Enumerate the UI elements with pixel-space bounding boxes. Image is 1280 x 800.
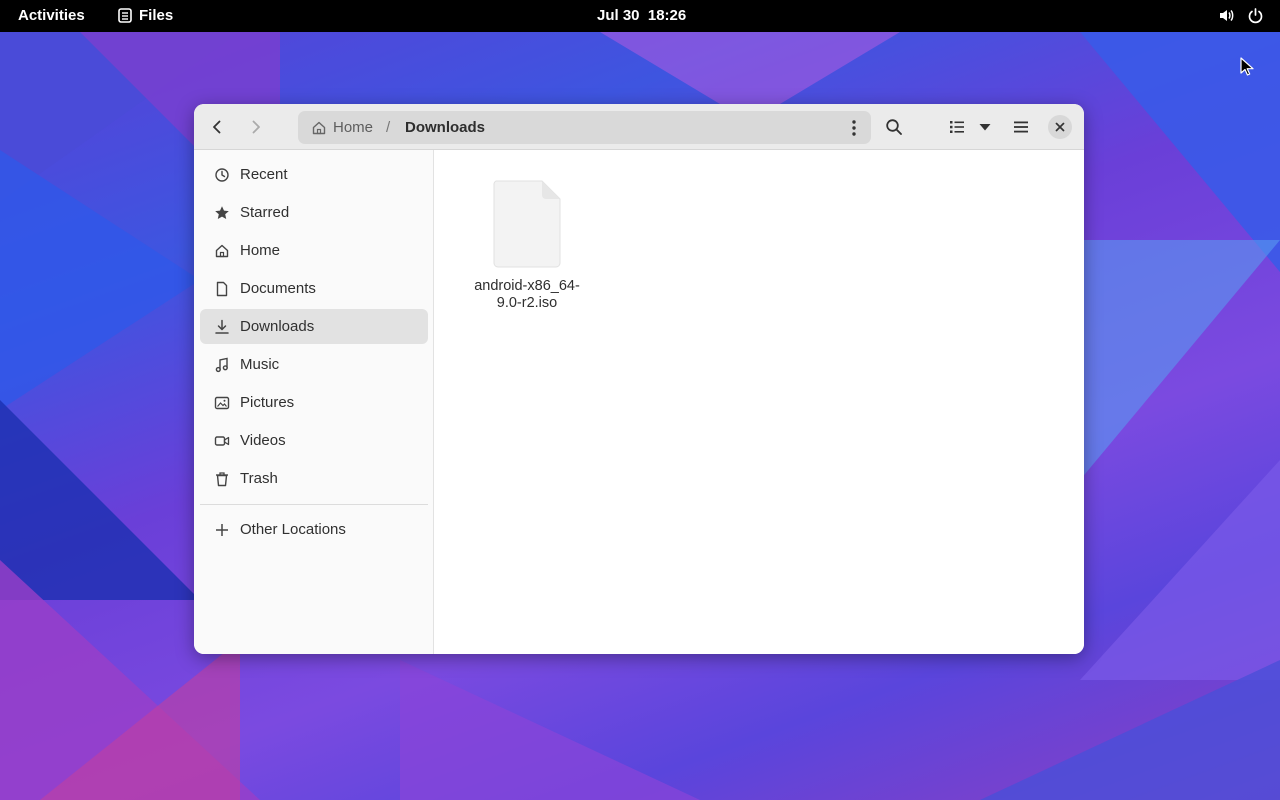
- view-options-chevron-icon: [979, 124, 991, 131]
- clock[interactable]: Jul 30 18:26: [597, 7, 686, 24]
- app-name: Files: [139, 7, 174, 24]
- sidebar-item-label: Pictures: [240, 394, 295, 411]
- system-tray[interactable]: [1218, 7, 1264, 24]
- list-view-button[interactable]: [945, 115, 969, 139]
- sidebar-item-label: Documents: [240, 280, 316, 297]
- breadcrumb-home[interactable]: Home: [311, 119, 373, 136]
- sidebar-item-label: Music: [240, 356, 280, 373]
- sidebar-item-label: Other Locations: [240, 521, 346, 538]
- sidebar-item-label: Recent: [240, 166, 288, 183]
- kebab-menu-icon: [852, 120, 856, 136]
- sidebar-item-label: Downloads: [240, 318, 315, 335]
- file-name: android-x86_64-9.0-r2.iso: [474, 278, 580, 311]
- generic-file-icon: [493, 180, 561, 268]
- home-icon: [214, 243, 230, 259]
- close-icon: [1055, 122, 1065, 132]
- breadcrumb-current[interactable]: Downloads: [405, 119, 485, 136]
- breadcrumb-home-label: Home: [333, 119, 374, 136]
- date-label: Jul 30: [597, 7, 640, 24]
- volume-icon[interactable]: [1218, 7, 1235, 24]
- path-menu-button[interactable]: [845, 118, 863, 138]
- sidebar-item-label: Home: [240, 242, 281, 259]
- hamburger-menu-icon: [1014, 121, 1028, 133]
- list-view-icon: [950, 121, 964, 133]
- app-menu[interactable]: Files: [118, 7, 173, 24]
- download-icon: [214, 319, 230, 335]
- trash-icon: [214, 471, 230, 487]
- file-view[interactable]: android-x86_64-9.0-r2.iso: [435, 150, 1084, 654]
- view-options-button[interactable]: [973, 115, 997, 139]
- sidebar-item-starred[interactable]: Starred: [200, 195, 428, 230]
- power-icon[interactable]: [1247, 7, 1264, 24]
- star-icon: [214, 205, 230, 221]
- path-bar[interactable]: Home / Downloads: [298, 111, 871, 144]
- sidebar-item-trash[interactable]: Trash: [200, 461, 428, 496]
- search-icon: [886, 119, 902, 135]
- sidebar-item-documents[interactable]: Documents: [200, 271, 428, 306]
- music-icon: [214, 357, 230, 373]
- sidebar-item-music[interactable]: Music: [200, 347, 428, 382]
- chevron-right-icon: [252, 120, 260, 134]
- back-button[interactable]: [205, 115, 229, 139]
- sidebar-item-downloads[interactable]: Downloads: [200, 309, 428, 344]
- clock-icon: [214, 167, 230, 183]
- files-app-icon: [118, 8, 132, 23]
- sidebar-item-other-locations[interactable]: Other Locations: [200, 512, 428, 547]
- plus-icon: [214, 522, 230, 538]
- mouse-cursor-icon: [1240, 57, 1254, 76]
- sidebar-item-pictures[interactable]: Pictures: [200, 385, 428, 420]
- files-window: Home / Downloads Recent Starred Home Doc…: [194, 104, 1084, 654]
- sidebar-item-recent[interactable]: Recent: [200, 157, 428, 192]
- header-bar: Home / Downloads: [194, 104, 1084, 150]
- video-icon: [214, 433, 230, 449]
- top-bar: Activities Files Jul 30 18:26: [0, 0, 1280, 32]
- sidebar-divider: [200, 504, 428, 505]
- home-icon: [312, 121, 326, 134]
- forward-button[interactable]: [244, 115, 268, 139]
- main-menu-button[interactable]: [1009, 115, 1033, 139]
- sidebar-item-label: Videos: [240, 432, 286, 449]
- sidebar: Recent Starred Home Documents Downloads …: [194, 150, 434, 654]
- sidebar-item-home[interactable]: Home: [200, 233, 428, 268]
- chevron-left-icon: [213, 120, 221, 134]
- search-button[interactable]: [882, 115, 906, 139]
- sidebar-item-videos[interactable]: Videos: [200, 423, 428, 458]
- file-item[interactable]: android-x86_64-9.0-r2.iso: [463, 180, 591, 312]
- sidebar-item-label: Starred: [240, 204, 290, 221]
- document-icon: [214, 281, 230, 297]
- activities-button[interactable]: Activities: [18, 7, 85, 24]
- close-button[interactable]: [1048, 115, 1072, 139]
- sidebar-item-label: Trash: [240, 470, 278, 487]
- breadcrumb-separator: /: [386, 119, 391, 136]
- picture-icon: [214, 395, 230, 411]
- time-label: 18:26: [647, 7, 687, 24]
